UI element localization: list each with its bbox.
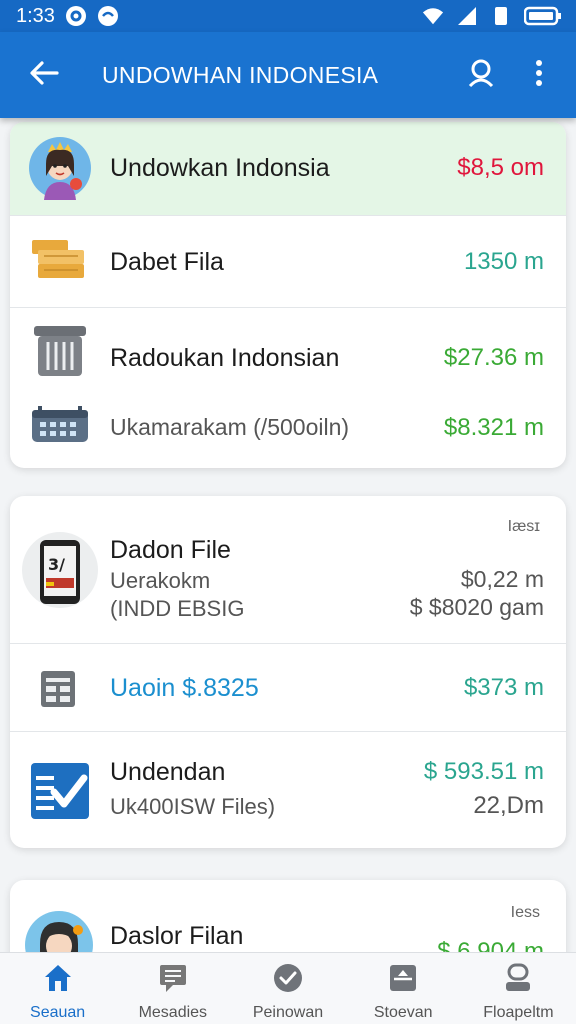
list-item[interactable]: Undowkan Indonsia $8,5 om [10, 122, 566, 216]
nav-label: Peinowan [252, 1004, 324, 1021]
box-stack-icon [30, 236, 90, 291]
nav-item-stoevan[interactable]: Stoevan [346, 953, 461, 1024]
check-circle-icon [273, 963, 303, 998]
item-amount: $ 593.51 m [423, 758, 544, 785]
item-name: Radoukan Indonsian [110, 344, 340, 372]
nav-item-floapeltm[interactable]: Floapeltm [461, 953, 576, 1024]
nav-item-peinowan[interactable]: Peinowan [230, 953, 345, 1024]
item-name: Daslor Filan [110, 922, 244, 950]
message-icon [158, 963, 188, 998]
item-amount: $373 m [463, 674, 544, 701]
list-item[interactable]: Dabet Fila 1350 m [10, 216, 566, 308]
item-tag: Iess [510, 904, 540, 921]
status-bar: 1:33 [0, 0, 576, 32]
svg-text:3/: 3/ [48, 555, 65, 574]
summary-card-1: Undowkan Indonsia $8,5 om Dabet Fila 135… [10, 122, 566, 468]
phone-calculator-icon: 3/ [22, 530, 98, 615]
list-item[interactable]: Undendan Uk400ISW Files) $ 593.51 m 22,D… [10, 732, 566, 848]
nav-label: Seauan [30, 1004, 86, 1021]
item-amount: $0,22 m [460, 566, 544, 592]
item-subtitle-2: (INDD EBSIG [110, 596, 245, 621]
list-item[interactable]: Uaoin $.8325 $373 m [10, 644, 566, 732]
item-amount-2: $ $8020 gam [409, 594, 544, 620]
list-item[interactable]: Ukamarakam (/500oiln) $8.321 m [10, 388, 566, 468]
nav-label: Mesadies [138, 1004, 208, 1021]
more-vert-icon [535, 59, 543, 92]
wifi-icon [422, 5, 444, 27]
grid-table-icon [40, 670, 76, 713]
avatar-princess-icon [28, 136, 92, 205]
calendar-icon [30, 404, 90, 449]
back-arrow-icon [29, 60, 59, 91]
item-name: Undowkan Indonsia [110, 154, 330, 182]
profile-icon [503, 963, 533, 998]
more-options-button[interactable] [510, 32, 568, 118]
nav-label: Stoevan [373, 1004, 433, 1021]
item-amount: $8.321 m [443, 414, 544, 441]
search-button[interactable] [452, 32, 510, 118]
item-tag: Iæsɪ [507, 518, 540, 535]
nav-item-mesadies[interactable]: Mesadies [115, 953, 230, 1024]
item-amount: 1350 m [463, 248, 544, 275]
item-name: Ukamarakam (/500oiln) [110, 414, 350, 440]
back-button[interactable] [0, 32, 88, 118]
item-name: Undendan [110, 758, 226, 786]
item-name: Dabet Fila [110, 248, 224, 276]
signal-icon [456, 5, 478, 27]
summary-card-2: 3/ Dadon File Uerakokm (INDD EBSIG Iæsɪ … [10, 496, 566, 848]
battery-icon [524, 5, 562, 27]
checklist-icon [30, 762, 90, 825]
app-bar: UNDOWHAN INDONESIA [0, 32, 576, 118]
item-name: Uaoin $.8325 [110, 674, 259, 702]
settings-notification-icon [65, 5, 87, 27]
nav-item-seauan[interactable]: Seauan [0, 953, 115, 1024]
home-icon [43, 963, 73, 998]
item-amount-2: 22,Dm [473, 792, 544, 819]
nav-label: Floapeltm [483, 1004, 554, 1021]
trash-bin-icon [30, 324, 90, 383]
status-time: 1:33 [16, 4, 55, 27]
list-item[interactable]: Radoukan Indonsian $27.36 m [10, 308, 566, 388]
sim-icon [490, 5, 512, 27]
page-title: UNDOWHAN INDONESIA [102, 61, 379, 88]
bottom-navigation: Seauan Mesadies Peinowan Stoevan Floapel… [0, 952, 576, 1024]
item-subtitle: Uerakokm [110, 568, 211, 593]
item-amount: $8,5 om [457, 154, 544, 181]
status-left: 1:33 [16, 5, 119, 28]
list-item[interactable]: 3/ Dadon File Uerakokm (INDD EBSIG Iæsɪ … [10, 496, 566, 644]
item-subtitle: Uk400ISW Files) [110, 794, 276, 819]
chat-bubble-icon [97, 5, 119, 27]
search-icon [466, 58, 496, 93]
item-amount: $27.36 m [443, 344, 544, 371]
inbox-icon [388, 963, 418, 998]
status-right [422, 5, 562, 27]
item-name: Dadon File [110, 536, 231, 564]
